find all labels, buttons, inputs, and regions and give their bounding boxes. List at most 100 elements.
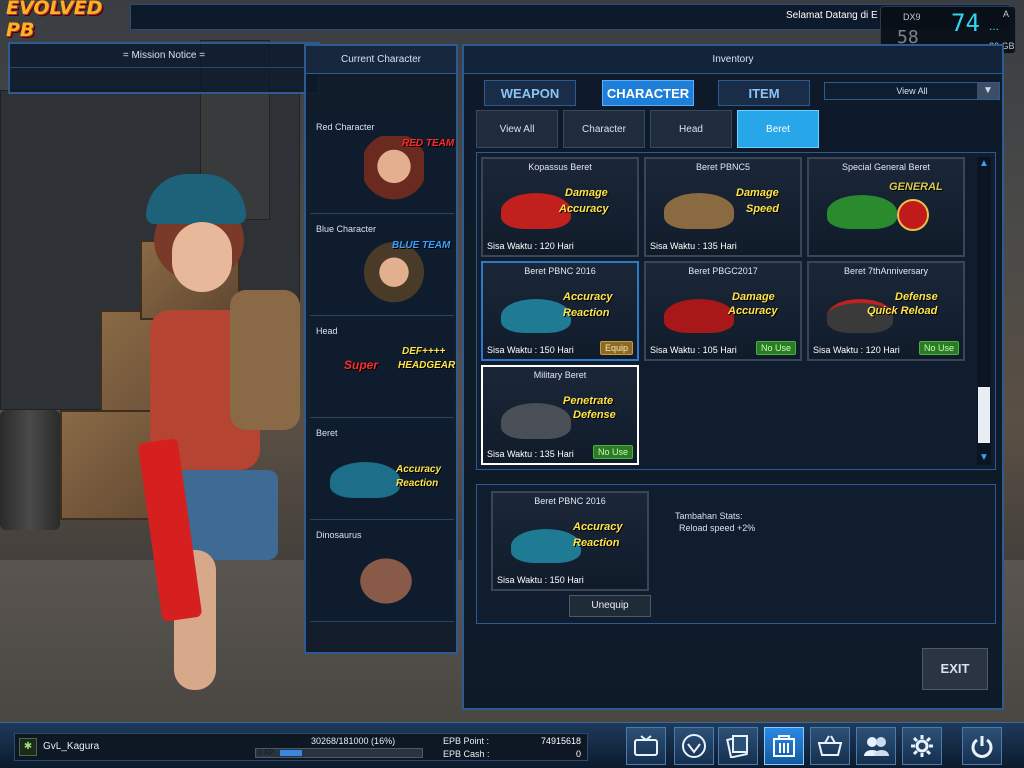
no-use-badge: No Use xyxy=(592,445,633,459)
item-remaining-time: Sisa Waktu : 150 Hari xyxy=(487,345,574,355)
item-name: Beret PBNC5 xyxy=(695,162,751,172)
detail-remaining-time: Sisa Waktu : 150 Hari xyxy=(497,575,584,585)
subtab-character[interactable]: Character xyxy=(563,110,645,148)
item-stat: Damage xyxy=(732,291,775,303)
tab-item[interactable]: ITEM xyxy=(718,80,810,106)
current-character-title: Current Character xyxy=(306,46,456,74)
no-use-badge: No Use xyxy=(918,341,959,355)
beret-image: Accuracy Reaction xyxy=(511,517,631,569)
item-card-kopassus-beret[interactable]: Kopassus Beret Damage Accuracy Sisa Wakt… xyxy=(481,157,639,257)
shop-button[interactable] xyxy=(810,727,850,765)
detail-item-card: Beret PBNC 2016 Accuracy Reaction Sisa W… xyxy=(491,491,649,591)
beret-image: Damage Speed xyxy=(664,183,784,235)
item-stat: Accuracy xyxy=(563,291,613,303)
epb-point-value: 74915618 xyxy=(540,736,581,746)
item-stat: Reaction xyxy=(563,307,610,319)
item-card-beret-pbgc2017[interactable]: Beret PBGC2017 Damage Accuracy Sisa Wakt… xyxy=(644,261,802,361)
filter-dropdown-value: View All xyxy=(896,86,928,96)
super-tag: Super xyxy=(344,358,379,372)
card-button[interactable] xyxy=(718,727,758,765)
epb-point-label: EPB Point : xyxy=(443,736,490,746)
slot-dinosaurus[interactable]: Dinosaurus xyxy=(310,522,454,622)
red-team-tag: RED TEAM xyxy=(402,138,455,149)
bottom-status-bar: ✱ GvL_Kagura 30268/181000 (16%) EXP EPB … xyxy=(0,722,1024,768)
current-character-panel: Current Character Red Character RED TEAM… xyxy=(304,44,458,654)
beret-icon xyxy=(664,193,734,229)
item-card-military-beret[interactable]: Military Beret Penetrate Defense Sisa Wa… xyxy=(481,365,639,465)
slot-beret[interactable]: Beret Accuracy Reaction xyxy=(310,420,454,520)
subtab-beret[interactable]: Beret xyxy=(737,110,819,148)
epb-cash-value: 0 xyxy=(575,749,581,759)
item-stat: Defense xyxy=(573,409,616,421)
exp-text: 30268/181000 (16%) xyxy=(311,736,396,746)
slot-blue-character[interactable]: Blue Character BLUE TEAM xyxy=(310,216,454,316)
beret-image: Damage Accuracy xyxy=(664,287,784,339)
tv-icon xyxy=(634,735,658,756)
tab-character[interactable]: CHARACTER xyxy=(602,80,694,106)
epb-cash-label: EPB Cash : xyxy=(443,749,490,759)
character-face xyxy=(172,222,232,292)
item-name: Kopassus Beret xyxy=(528,162,592,172)
chevron-down-icon[interactable]: ▼ xyxy=(977,83,999,99)
beret-image: GENERAL xyxy=(827,181,947,235)
detail-item-name: Beret PBNC 2016 xyxy=(534,496,606,506)
dinosaur-portrait xyxy=(346,546,426,616)
tab-weapon[interactable]: WEAPON xyxy=(484,80,576,106)
no-use-badge: No Use xyxy=(755,341,796,355)
tv-button[interactable] xyxy=(626,727,666,765)
exit-button[interactable]: EXIT xyxy=(922,648,988,690)
fps-dots: ... xyxy=(989,19,1000,33)
beret-image: Accuracy Reaction xyxy=(501,287,621,339)
beret-icon xyxy=(330,462,400,498)
item-card-beret-7th-anniversary[interactable]: Beret 7thAnniversary Defense Quick Reloa… xyxy=(807,261,965,361)
item-remaining-time: Sisa Waktu : 120 Hari xyxy=(813,345,900,355)
item-stat: Speed xyxy=(746,203,780,215)
scroll-up-arrow-icon[interactable]: ▲ xyxy=(977,157,991,171)
item-remaining-time: Sisa Waktu : 135 Hari xyxy=(650,241,737,251)
subtab-head[interactable]: Head xyxy=(650,110,732,148)
inventory-button[interactable] xyxy=(764,727,804,765)
beret-icon xyxy=(501,299,571,333)
card-icon xyxy=(726,735,748,758)
scroll-thumb[interactable] xyxy=(978,387,990,443)
unequip-button[interactable]: Unequip xyxy=(569,595,651,617)
inventory-title: Inventory xyxy=(464,46,1002,74)
rank-icon: ✱ xyxy=(19,738,37,756)
overlay-letter: A xyxy=(1003,9,1010,19)
detail-stat: Accuracy xyxy=(573,521,623,533)
detail-stat: Reaction xyxy=(573,537,620,549)
item-name: Special General Beret xyxy=(841,162,931,172)
slot-label: Dinosaurus xyxy=(316,530,362,540)
slot-label: Red Character xyxy=(316,122,375,132)
subtab-view-all[interactable]: View All xyxy=(476,110,558,148)
item-name: Beret PBNC 2016 xyxy=(524,266,596,276)
item-grid: Kopassus Beret Damage Accuracy Sisa Wakt… xyxy=(476,152,996,470)
item-stat: Accuracy xyxy=(559,203,609,215)
slot-label: Blue Character xyxy=(316,224,377,234)
item-name: Beret PBGC2017 xyxy=(688,266,758,276)
power-button[interactable] xyxy=(962,727,1002,765)
settings-gear-icon xyxy=(911,735,933,757)
slot-head[interactable]: Head Super DEF++++ HEADGEAR xyxy=(310,318,455,418)
item-card-beret-pbnc5[interactable]: Beret PBNC5 Damage Speed Sisa Waktu : 13… xyxy=(644,157,802,257)
item-stat: GENERAL xyxy=(889,181,943,193)
filter-dropdown[interactable]: View All ▼ xyxy=(824,82,1000,100)
equip-badge: Equip xyxy=(599,341,633,355)
exp-progress-bar: EXP xyxy=(255,748,423,758)
community-button[interactable] xyxy=(856,727,896,765)
item-grid-scrollbar[interactable]: ▲ ▼ xyxy=(977,157,991,465)
settings-button[interactable] xyxy=(902,727,942,765)
scroll-down-arrow-icon[interactable]: ▼ xyxy=(977,451,991,465)
clan-button[interactable] xyxy=(674,727,714,765)
item-stat: Defense xyxy=(895,291,938,303)
character-beret xyxy=(146,174,246,224)
beret-image: Damage Accuracy xyxy=(501,183,621,235)
slot-red-character[interactable]: Red Character RED TEAM xyxy=(310,114,454,214)
item-remaining-time: Sisa Waktu : 135 Hari xyxy=(487,449,574,459)
beret-icon xyxy=(511,529,581,563)
item-card-special-general-beret[interactable]: Special General Beret GENERAL xyxy=(807,157,965,257)
barrel xyxy=(0,410,60,530)
item-card-beret-pbnc-2016[interactable]: Beret PBNC 2016 Accuracy Reaction Sisa W… xyxy=(481,261,639,361)
beret-icon xyxy=(827,195,897,229)
clan-emblem-icon xyxy=(682,734,706,758)
